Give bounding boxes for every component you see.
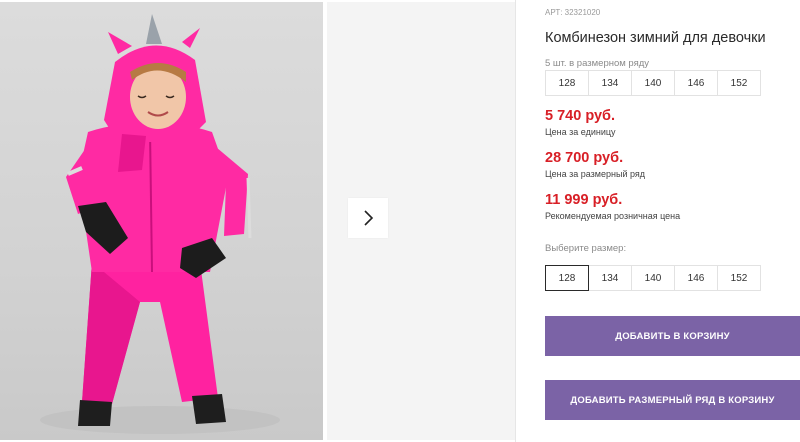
product-title: Комбинезон зимний для девочки [545, 30, 766, 46]
unit-price-label: Цена за единицу [545, 127, 616, 137]
size-select-label: Выберите размер: [545, 243, 627, 254]
add-pack-to-cart-button[interactable]: ДОБАВИТЬ РАЗМЕРНЫЙ РЯД В КОРЗИНУ [545, 380, 800, 420]
size-option-146[interactable]: 146 [674, 265, 718, 291]
product-page: АРТ: 32321020 Комбинезон зимний для дево… [0, 0, 800, 442]
size-option-134[interactable]: 134 [588, 265, 632, 291]
pack-size: 134 [588, 70, 632, 96]
product-info: АРТ: 32321020 Комбинезон зимний для дево… [545, 0, 800, 442]
column-divider [515, 0, 516, 442]
size-option-128[interactable]: 128 [545, 265, 589, 291]
add-to-cart-button[interactable]: ДОБАВИТЬ В КОРЗИНУ [545, 316, 800, 356]
retail-price-label: Рекомендуемая розничная цена [545, 211, 681, 221]
pack-size: 128 [545, 70, 589, 96]
retail-price: 11 999 руб. [545, 192, 623, 208]
pack-note: 5 шт. в размерном ряду [545, 58, 650, 69]
pack-size: 140 [631, 70, 675, 96]
unit-price: 5 740 руб. [545, 108, 616, 124]
pack-price: 28 700 руб. [545, 150, 624, 166]
pack-size: 152 [717, 70, 761, 96]
article-number: АРТ: 32321020 [545, 8, 601, 17]
size-option-152[interactable]: 152 [717, 265, 761, 291]
pack-price-label: Цена за размерный ряд [545, 169, 646, 179]
product-photo[interactable] [0, 2, 323, 440]
size-option-140[interactable]: 140 [631, 265, 675, 291]
gallery-next-button[interactable] [348, 198, 388, 238]
product-photo-illustration [40, 14, 280, 434]
product-gallery [0, 0, 515, 442]
pack-size-row: 128 134 140 146 152 [545, 70, 761, 96]
pack-size: 146 [674, 70, 718, 96]
chevron-right-icon [364, 210, 374, 226]
size-selector: 128 134 140 146 152 [545, 265, 761, 291]
